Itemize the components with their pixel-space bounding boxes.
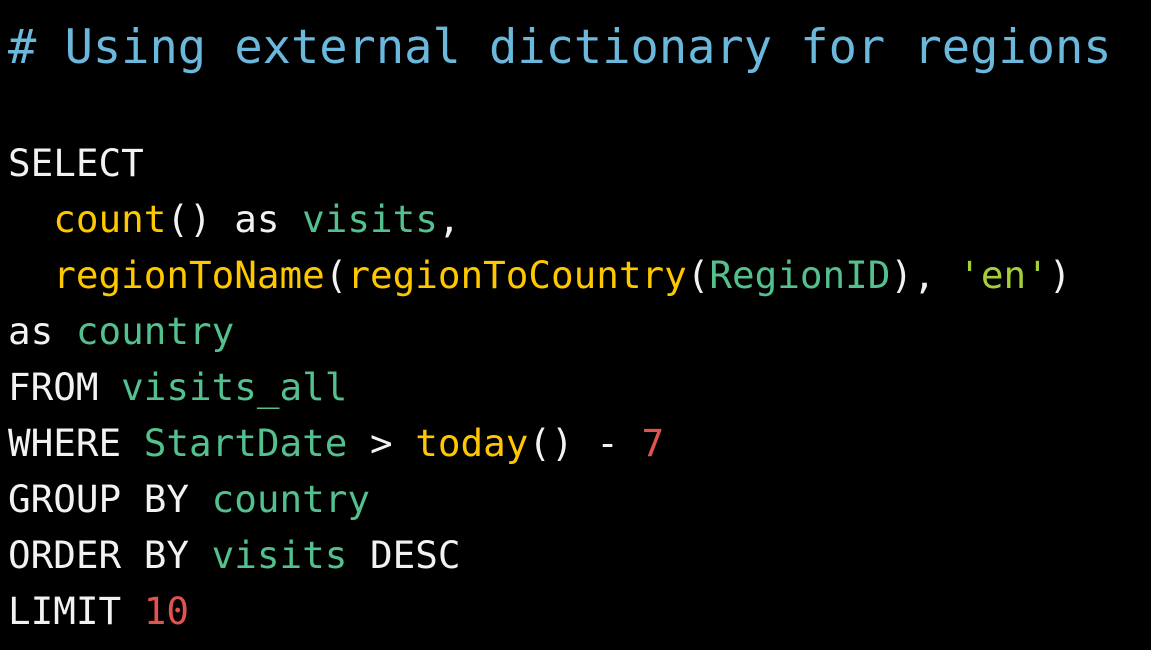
code-line-select: SELECT: [8, 144, 144, 183]
keyword-desc: DESC: [370, 533, 461, 577]
function-today: today: [415, 421, 529, 465]
keyword-where: WHERE: [8, 421, 122, 465]
function-region-to-name: regionToName: [53, 253, 325, 297]
code-line-from: FROM visits_all: [8, 368, 347, 407]
keyword-limit: LIMIT: [8, 589, 122, 633]
code-line-as-country: as country: [8, 312, 234, 351]
paren-open: (: [686, 253, 710, 297]
identifier-country: country: [211, 477, 370, 521]
code-line-region-to-name: regionToName(regionToCountry(RegionID), …: [8, 256, 1071, 295]
parens: (): [528, 421, 574, 465]
parens: (): [166, 197, 212, 241]
keyword-as: as: [234, 197, 280, 241]
comment-token: # Using external dictionary for regions: [8, 20, 1112, 75]
identifier-visits-all: visits_all: [121, 365, 348, 409]
function-region-to-country: regionToCountry: [347, 253, 687, 297]
number-7: 7: [641, 421, 665, 465]
function-count: count: [53, 197, 167, 241]
keyword-order-by: ORDER BY: [8, 533, 189, 577]
keyword-as: as: [8, 309, 54, 353]
identifier-region-id: RegionID: [709, 253, 891, 297]
operator-minus: -: [596, 421, 619, 465]
string-literal-en: 'en': [958, 253, 1049, 297]
identifier-visits: visits: [302, 197, 438, 241]
identifier-country: country: [75, 309, 235, 353]
paren-open: (: [324, 253, 348, 297]
number-10: 10: [143, 589, 189, 633]
code-line-order-by: ORDER BY visits DESC: [8, 536, 461, 575]
keyword-group-by: GROUP BY: [8, 477, 189, 521]
paren-close: ): [890, 253, 913, 297]
code-line-limit: LIMIT 10: [8, 592, 189, 631]
keyword-from: FROM: [8, 365, 99, 409]
code-line-group-by: GROUP BY country: [8, 480, 370, 519]
keyword-select: SELECT: [8, 141, 144, 185]
paren-close: ): [1048, 253, 1072, 297]
comma-space: ,: [912, 253, 959, 297]
identifier-visits: visits: [211, 533, 348, 577]
identifier-start-date: StartDate: [143, 421, 348, 465]
code-line-count: count() as visits,: [8, 200, 460, 239]
code-line-comment: # Using external dictionary for regions: [8, 24, 1112, 71]
code-line-where: WHERE StartDate > today() - 7: [8, 424, 664, 463]
comma: ,: [437, 197, 461, 241]
sql-code-block[interactable]: # Using external dictionary for regions …: [0, 0, 1151, 650]
operator-greater-than: >: [370, 421, 393, 465]
